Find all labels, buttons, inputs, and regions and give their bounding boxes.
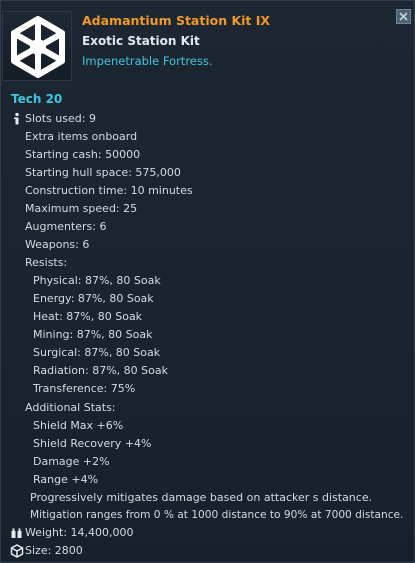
resist-energy: Energy: 87%, 80 Soak [33, 292, 154, 305]
weight-icon [10, 526, 24, 540]
stat-augmenters: Augmenters: 6 [25, 220, 107, 233]
resist-surgical: Surgical: 87%, 80 Soak [33, 346, 161, 359]
additional-shield-recovery: Shield Recovery +4% [33, 437, 152, 450]
stat-weight: Weight: 14,400,000 [25, 526, 134, 539]
item-tooltip-panel: Adamantium Station Kit IX Exotic Station… [0, 0, 415, 563]
mitigation-range: Mitigation ranges from 0 % at 1000 dista… [30, 509, 404, 521]
stat-max-speed: Maximum speed: 25 [25, 202, 138, 215]
resist-physical: Physical: 87%, 80 Soak [33, 274, 161, 287]
resist-mining: Mining: 87%, 80 Soak [33, 328, 153, 341]
additional-range: Range +4% [33, 473, 99, 486]
cube-icon [10, 544, 24, 558]
stat-weapons: Weapons: 6 [25, 238, 90, 251]
stat-extra-items: Extra items onboard [25, 130, 138, 143]
info-icon [10, 112, 24, 126]
resist-heat: Heat: 87%, 80 Soak [33, 310, 143, 323]
resists-header: Resists: [25, 256, 68, 269]
item-subtitle: Exotic Station Kit [82, 34, 200, 48]
resist-transference: Transference: 75% [33, 382, 136, 395]
additional-damage: Damage +2% [33, 455, 110, 468]
resist-radiation: Radiation: 87%, 80 Soak [33, 364, 168, 377]
additional-stats-header: Additional Stats: [25, 401, 116, 414]
mitigation-description: Progressively mitigates damage based on … [30, 491, 373, 504]
stat-starting-hull: Starting hull space: 575,000 [25, 166, 181, 179]
stat-starting-cash: Starting cash: 50000 [25, 148, 141, 161]
stat-size: Size: 2800 [25, 544, 83, 557]
item-title: Adamantium Station Kit IX [82, 13, 271, 28]
item-icon-frame [2, 11, 72, 81]
close-button[interactable] [396, 9, 411, 24]
tech-level: Tech 20 [11, 92, 63, 106]
stat-construction-time: Construction time: 10 minutes [25, 184, 193, 197]
item-tagline: Impenetrable Fortress. [82, 54, 213, 68]
additional-shield-max: Shield Max +6% [33, 419, 124, 432]
stat-slots-used: Slots used: 9 [25, 112, 96, 125]
